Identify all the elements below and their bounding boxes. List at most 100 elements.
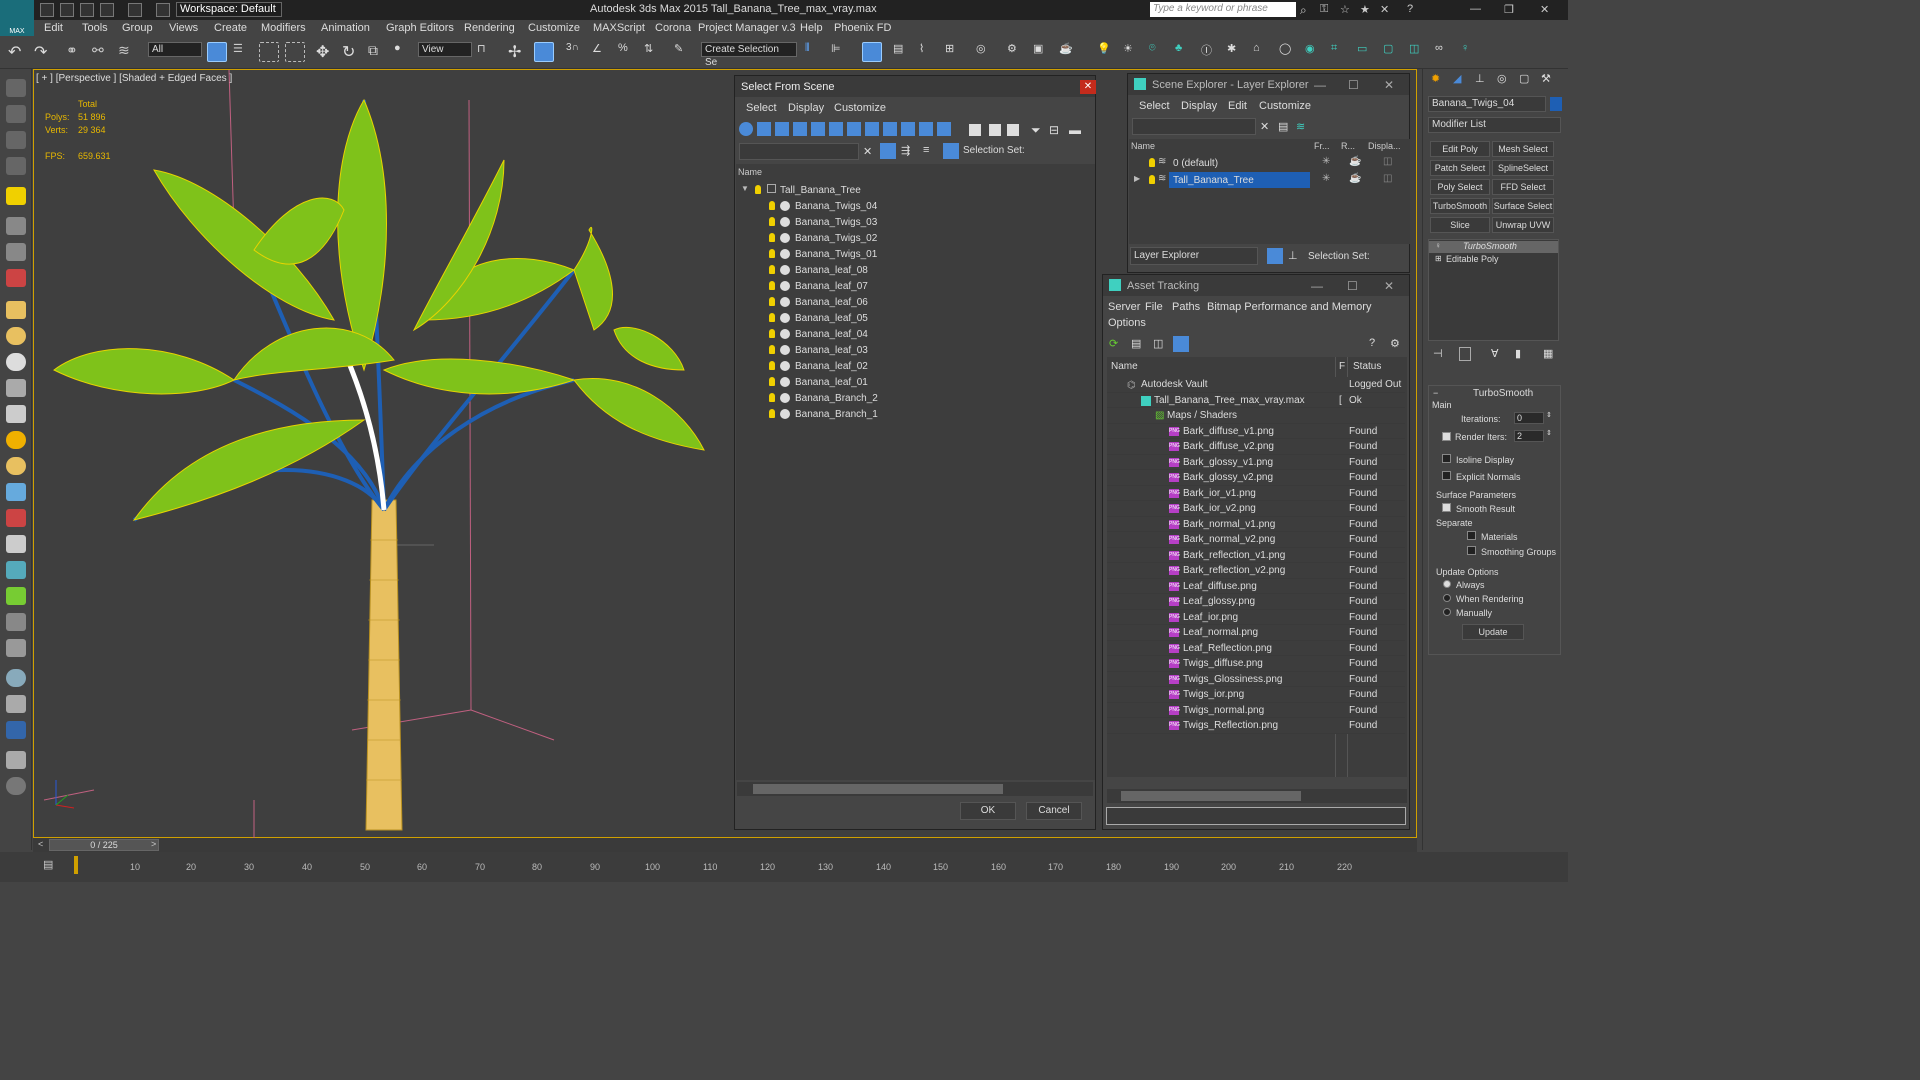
update-button[interactable]: Update: [1462, 624, 1524, 640]
binoculars-icon[interactable]: ⌕: [1300, 3, 1314, 17]
bulb-icon[interactable]: [769, 409, 775, 418]
search-input[interactable]: [1132, 118, 1256, 135]
hemisphere-tool-icon[interactable]: [6, 327, 26, 345]
surface-select-button[interactable]: Surface Select: [1492, 198, 1554, 214]
menu-customize[interactable]: Customize: [528, 22, 580, 34]
rollout-toggle[interactable]: −: [1433, 388, 1438, 398]
settings-tool-icon[interactable]: [6, 751, 26, 769]
menu-options[interactable]: Options: [1108, 317, 1146, 329]
shape-filter-icon[interactable]: [757, 122, 771, 136]
sync-icon[interactable]: ⇶: [901, 144, 910, 157]
path-input[interactable]: [1106, 807, 1406, 825]
menu-edit[interactable]: Edit: [44, 22, 63, 34]
plant-icon[interactable]: ♣: [1175, 42, 1195, 62]
bulb-icon[interactable]: [769, 265, 775, 274]
bulb-icon[interactable]: [769, 249, 775, 258]
glasses-icon[interactable]: ∞: [1435, 42, 1455, 62]
scale-icon[interactable]: ⧉: [368, 42, 388, 62]
close-icon[interactable]: ✕: [1384, 78, 1394, 92]
help-tool-icon[interactable]: [6, 777, 26, 795]
expand-icon[interactable]: ⊞: [1435, 254, 1442, 263]
bulb-icon[interactable]: [769, 329, 775, 338]
light-icon[interactable]: 💡: [1097, 42, 1117, 62]
helper-filter-icon[interactable]: [811, 122, 825, 136]
hair-tool-icon[interactable]: [6, 613, 26, 631]
proxy-icon[interactable]: ⌂: [1253, 42, 1273, 62]
help-icon[interactable]: ?: [1407, 3, 1421, 17]
paint-tool-icon[interactable]: [6, 269, 26, 287]
selection-set-icon[interactable]: [943, 143, 959, 159]
bulb-icon[interactable]: [769, 393, 775, 402]
tool-icon-4[interactable]: [6, 157, 26, 175]
ffd-select-button[interactable]: FFD Select: [1492, 179, 1554, 195]
restore-icon[interactable]: ❐: [1504, 3, 1518, 17]
display-tab-icon[interactable]: ▢: [1519, 72, 1529, 85]
table-row[interactable]: PNG Bark_normal_v1.png Found: [1107, 516, 1405, 532]
render-iters-field[interactable]: 2: [1514, 430, 1544, 442]
utilities-tab-icon[interactable]: ⚒: [1541, 72, 1551, 85]
menu-project-manager[interactable]: Project Manager v.3: [698, 22, 796, 34]
motion-tab-icon[interactable]: ◎: [1497, 72, 1507, 85]
menu-animation[interactable]: Animation: [321, 22, 370, 34]
stack-item-selected[interactable]: ♀ TurboSmooth: [1429, 241, 1558, 253]
table-row[interactable]: Tall_Banana_Tree_max_vray.max [ Ok: [1107, 392, 1405, 408]
collapse-icon[interactable]: ▼: [741, 184, 749, 193]
favorite-icon[interactable]: ★: [1360, 3, 1374, 17]
snaps-toggle-icon[interactable]: 3∩: [566, 42, 586, 62]
layers-icon[interactable]: ≡: [923, 144, 929, 156]
horizontal-scrollbar[interactable]: [737, 782, 1093, 796]
camera-tool-icon[interactable]: [6, 217, 26, 235]
when-rendering-radio[interactable]: [1443, 594, 1451, 602]
select-all-icon[interactable]: [969, 124, 981, 136]
mesh-light-icon[interactable]: ◫: [1409, 42, 1429, 62]
table-row[interactable]: ▨ Maps / Shaders: [1107, 408, 1405, 424]
bone-filter-icon[interactable]: [883, 122, 897, 136]
table-row[interactable]: PNG Twigs_ior.png Found: [1107, 687, 1405, 703]
undo-icon[interactable]: [100, 3, 114, 17]
menu-rendering[interactable]: Rendering: [464, 22, 515, 34]
menu-bitmap-performance[interactable]: Bitmap Performance and Memory: [1207, 301, 1371, 313]
clear-search-icon[interactable]: ✕: [1260, 120, 1269, 133]
create-tab-icon[interactable]: ✹: [1431, 72, 1440, 85]
search-input[interactable]: Type a keyword or phrase: [1150, 2, 1296, 17]
light-lister-icon[interactable]: ♀: [1461, 42, 1481, 62]
bulb-icon[interactable]: [769, 201, 775, 210]
table-row[interactable]: PNG Bark_diffuse_v1.png Found: [1107, 423, 1405, 439]
time-prev-icon[interactable]: <: [38, 839, 43, 849]
menu-modifiers[interactable]: Modifiers: [261, 22, 306, 34]
camera-filter-icon[interactable]: [793, 122, 807, 136]
table-row[interactable]: PNG Leaf_diffuse.png Found: [1107, 578, 1405, 594]
dome-light-icon[interactable]: ◉: [1305, 42, 1325, 62]
list-item[interactable]: Banana_Branch_2: [736, 390, 1095, 406]
settings-icon[interactable]: ⚙: [1390, 337, 1400, 350]
table-row[interactable]: ⌬ Autodesk Vault Logged Out: [1107, 377, 1405, 393]
layer-manager-icon[interactable]: ▤: [893, 42, 913, 62]
key-icon[interactable]: ⚿: [1320, 3, 1334, 17]
menu-corona[interactable]: Corona: [655, 22, 691, 34]
iterations-field[interactable]: 0: [1514, 412, 1544, 424]
open-file-icon[interactable]: [60, 3, 74, 17]
select-none-icon[interactable]: [989, 124, 1001, 136]
select-manipulate-icon[interactable]: ✢: [508, 42, 528, 62]
render-frame-window-icon[interactable]: ▣: [1033, 42, 1053, 62]
pivot-center-icon[interactable]: ⊓: [477, 42, 497, 62]
search-input[interactable]: [739, 143, 859, 160]
track-bar[interactable]: ▤ 10 20 30 40 50 60 70 80 90 100 110 120…: [0, 852, 1568, 882]
poly-select-button[interactable]: Poly Select: [1430, 179, 1490, 195]
bulb-icon[interactable]: [1149, 175, 1155, 184]
show-end-result-icon[interactable]: [1459, 347, 1471, 361]
table-row[interactable]: PNG Twigs_diffuse.png Found: [1107, 656, 1405, 672]
list-item-root[interactable]: ▼ Tall_Banana_Tree: [736, 182, 1095, 198]
unwrap-uvw-button[interactable]: Unwrap UVW: [1492, 217, 1554, 233]
camera-icon[interactable]: ⌾: [1149, 42, 1169, 62]
sun-tool-icon[interactable]: [6, 431, 26, 449]
hidden-filter-icon[interactable]: [937, 122, 951, 136]
list-item[interactable]: Banana_leaf_07: [736, 278, 1095, 294]
column-status[interactable]: Status: [1353, 361, 1381, 372]
app-logo[interactable]: MAX: [0, 0, 34, 36]
sphere-icon[interactable]: ◯: [1279, 42, 1299, 62]
geometry-filter-icon[interactable]: [739, 122, 753, 136]
frame-buffer-icon[interactable]: ▢: [1383, 42, 1403, 62]
menu-server[interactable]: Server: [1108, 301, 1140, 313]
menu-customize[interactable]: Customize: [1259, 100, 1311, 112]
